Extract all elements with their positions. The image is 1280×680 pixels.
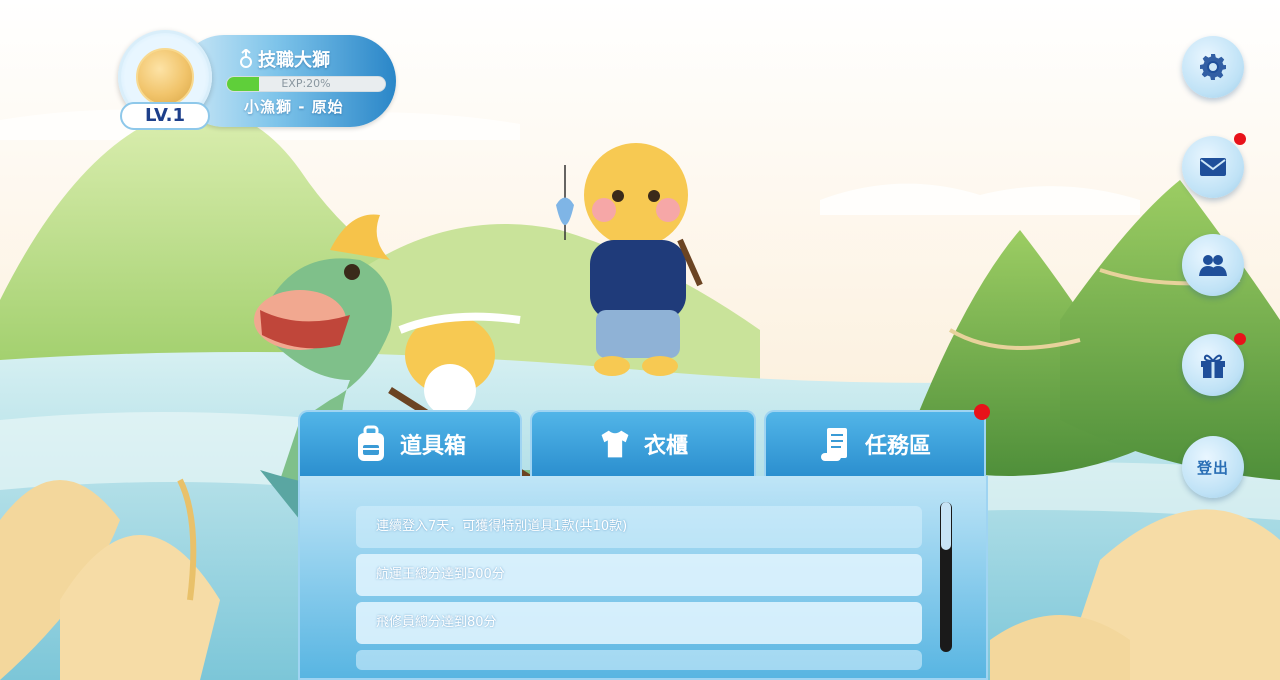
tab-item-box[interactable]: 道具箱 [298,410,522,476]
scroll-icon [820,428,847,461]
gear-icon [1200,54,1226,80]
tab-wardrobe-label: 衣櫃 [643,434,688,459]
tab-quests-label: 任務區 [864,434,931,459]
exp-label: EXP:20% [281,77,331,90]
tshirt-icon [601,430,629,458]
list-item[interactable]: 航運王總分達到500分 [356,554,922,596]
gift-notification-dot [1234,333,1246,345]
gift-button[interactable] [1182,334,1244,396]
inventory-panel: 道具箱 衣櫃 任務區 連續登入7天，可獲得特別道具1款(共10款) 航運王總分達… [298,404,990,680]
gold-coin-avatar-icon [136,48,194,106]
gift-icon [1201,354,1225,378]
male-icon [240,49,252,68]
logout-label: 登出 [1196,458,1229,477]
quest-list[interactable]: 連續登入7天，可獲得特別道具1款(共10款) 航運王總分達到500分 飛修員總分… [298,476,988,680]
quests-notification-dot [974,404,990,420]
users-icon [1199,255,1227,276]
logout-button[interactable]: 登出 [1182,436,1244,498]
tab-quests[interactable]: 任務區 [764,404,990,476]
tab-wardrobe[interactable]: 衣櫃 [530,410,756,476]
tab-item-box-label: 道具箱 [399,434,466,459]
friends-button[interactable] [1182,234,1244,296]
list-item[interactable]: 飛修員總分達到80分 [356,602,922,644]
mail-notification-dot [1234,133,1246,145]
mail-button[interactable] [1182,136,1244,198]
settings-button[interactable] [1182,36,1244,98]
quest-list-scrollbar[interactable] [940,502,952,652]
list-item-partial[interactable] [356,650,922,670]
level-badge: LV.1 [120,102,210,130]
quest-list-scroll-thumb[interactable] [941,502,951,550]
player-title: 小漁獅 - 原始 [244,98,344,116]
list-item[interactable]: 連續登入7天，可獲得特別道具1款(共10款) [356,506,922,548]
backpack-icon [357,425,384,461]
player-name-text: 技職大獅 [258,50,330,71]
player-profile-card[interactable]: LV.1 技職大獅 EXP:20% 小漁獅 - 原始 [118,30,398,130]
player-name: 技職大獅 [238,46,398,72]
envelope-icon [1200,158,1226,176]
exp-progress-bar: EXP:20% [226,76,386,92]
